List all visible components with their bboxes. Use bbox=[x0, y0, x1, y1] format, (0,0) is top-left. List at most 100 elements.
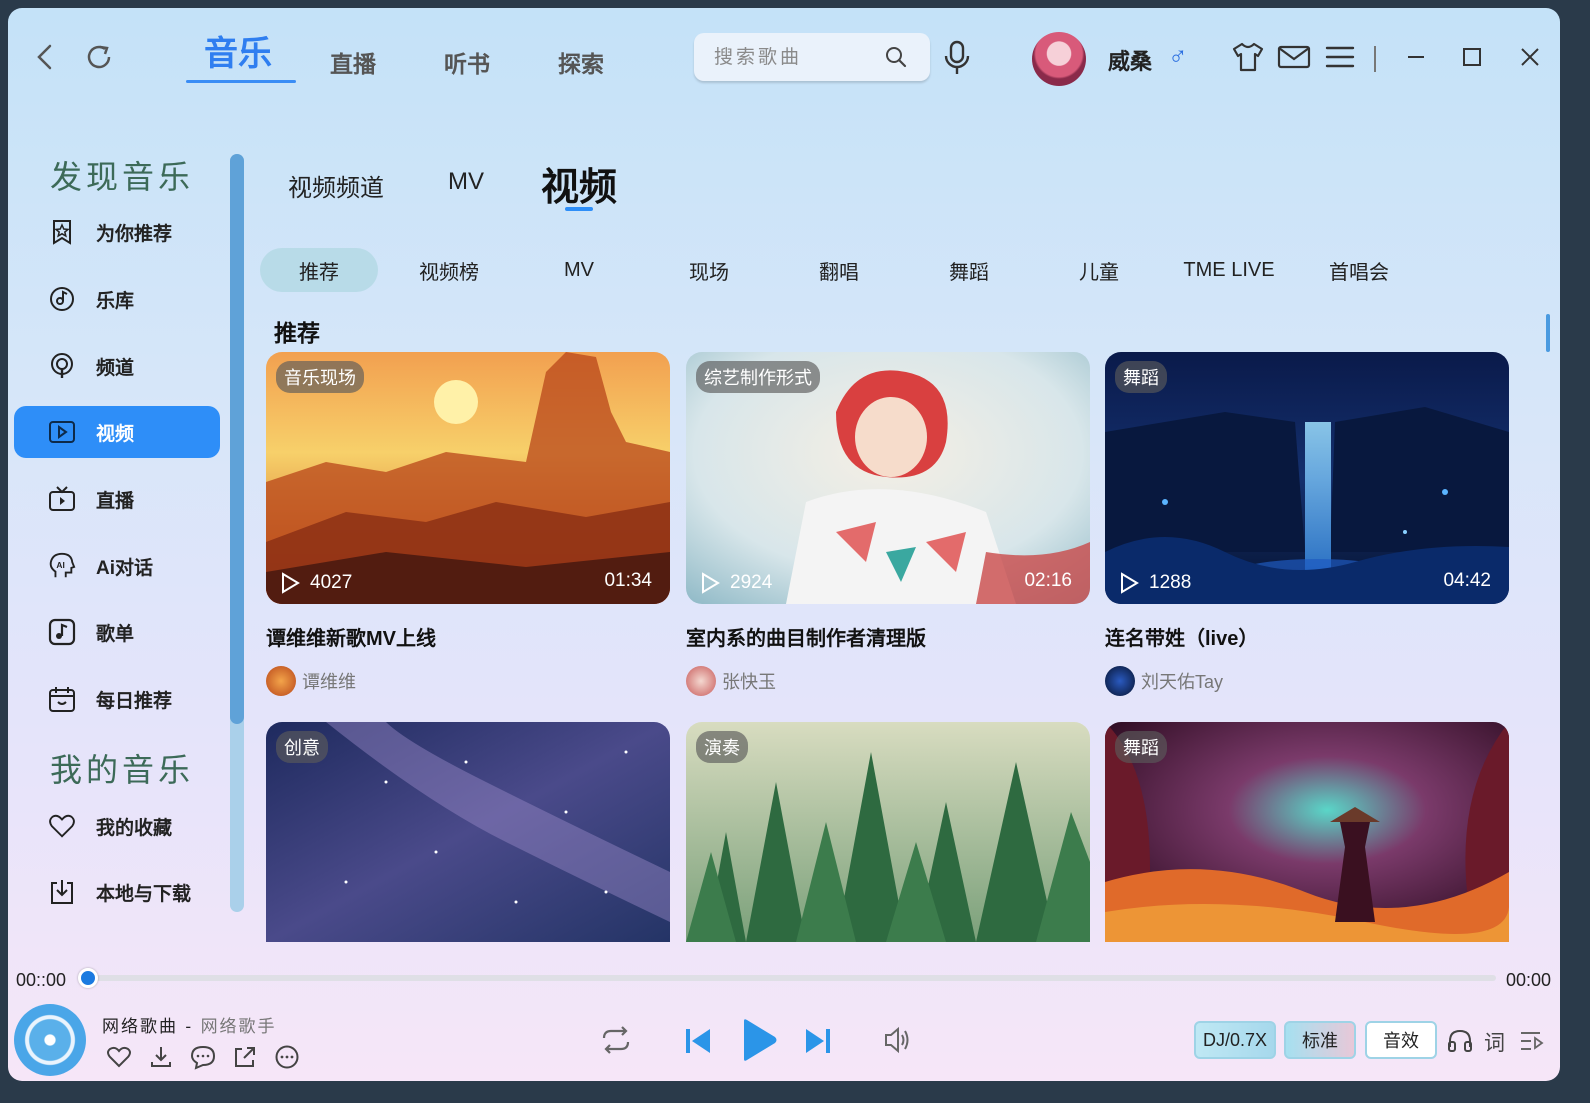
album-disc[interactable] bbox=[14, 1004, 86, 1076]
sidebar-item-live[interactable]: 直播 bbox=[14, 473, 220, 525]
search-box bbox=[694, 33, 930, 81]
calendar-icon bbox=[48, 685, 76, 713]
gender-male-icon: ♂ bbox=[1168, 40, 1188, 70]
sidebar-item-label: 频道 bbox=[96, 357, 135, 379]
playlist-icon bbox=[48, 618, 76, 646]
chip-live-scene[interactable]: 现场 bbox=[650, 248, 768, 292]
play-icon bbox=[702, 572, 720, 594]
author-avatar bbox=[686, 666, 716, 696]
sidebar-scrollbar[interactable] bbox=[230, 154, 244, 912]
maximize-icon[interactable] bbox=[1454, 40, 1490, 74]
tab-explore[interactable]: 探索 bbox=[558, 45, 604, 79]
chip-video-chart[interactable]: 视频榜 bbox=[390, 248, 508, 292]
video-card[interactable]: 创意 bbox=[266, 722, 670, 942]
subtab-active-underline bbox=[565, 207, 593, 211]
play-count: 1288 bbox=[1119, 572, 1191, 594]
next-track-icon[interactable] bbox=[804, 1026, 832, 1056]
previous-track-icon[interactable] bbox=[684, 1026, 712, 1056]
quality-button[interactable]: 标准 bbox=[1284, 1021, 1356, 1059]
video-thumbnail[interactable]: 音乐现场 4027 01:34 bbox=[266, 352, 670, 604]
chip-tme-live[interactable]: TME LIVE bbox=[1170, 248, 1288, 292]
search-input[interactable] bbox=[714, 46, 884, 68]
podcast-icon bbox=[48, 352, 76, 380]
sidebar-item-label: 视频 bbox=[96, 423, 135, 445]
sidebar-item-playlist[interactable]: 歌单 bbox=[14, 606, 220, 658]
subtab-video-channel[interactable]: 视频频道 bbox=[288, 168, 384, 203]
sidebar-item-local-download[interactable]: 本地与下载 bbox=[14, 866, 220, 918]
top-bar: 音乐 直播 听书 探索 威桑 ♂ bbox=[8, 8, 1560, 108]
tab-live[interactable]: 直播 bbox=[330, 45, 376, 79]
username[interactable]: 威桑 bbox=[1108, 44, 1152, 76]
sidebar-item-video[interactable]: 视频 bbox=[14, 406, 220, 458]
category-tag: 综艺制作形式 bbox=[696, 361, 820, 393]
close-icon[interactable] bbox=[1512, 40, 1548, 74]
chip-mv[interactable]: MV bbox=[520, 248, 638, 292]
content-scroll-thumb[interactable] bbox=[1546, 314, 1550, 352]
tab-audiobook[interactable]: 听书 bbox=[444, 45, 490, 79]
progress-bar[interactable] bbox=[94, 975, 1496, 981]
sidebar-item-recommend[interactable]: 为你推荐 bbox=[14, 206, 220, 258]
voice-search-icon[interactable] bbox=[940, 38, 974, 78]
sidebar-item-favorites[interactable]: 我的收藏 bbox=[14, 800, 220, 852]
chip-cover[interactable]: 翻唱 bbox=[780, 248, 898, 292]
minimize-icon[interactable] bbox=[1398, 40, 1434, 74]
chip-recommend[interactable]: 推荐 bbox=[260, 248, 378, 292]
volume-icon[interactable] bbox=[882, 1024, 912, 1056]
video-thumbnail[interactable]: 舞蹈 bbox=[1105, 722, 1509, 942]
search-icon[interactable] bbox=[884, 45, 908, 69]
subtab-mv[interactable]: MV bbox=[448, 168, 484, 196]
speed-dj-button[interactable]: DJ/0.7X bbox=[1194, 1021, 1276, 1059]
headphones-icon[interactable] bbox=[1446, 1027, 1474, 1055]
video-thumbnail[interactable]: 舞蹈 1288 04:42 bbox=[1105, 352, 1509, 604]
video-thumbnail[interactable]: 演奏 bbox=[686, 722, 1090, 942]
video-author[interactable]: 张快玉 bbox=[686, 666, 776, 696]
sidebar-scroll-thumb[interactable] bbox=[230, 154, 244, 724]
subtab-video[interactable]: 视频 bbox=[541, 156, 617, 211]
like-heart-icon[interactable] bbox=[106, 1044, 132, 1070]
video-duration: 01:34 bbox=[604, 570, 652, 591]
refresh-icon[interactable] bbox=[84, 42, 114, 72]
menu-icon[interactable] bbox=[1322, 40, 1358, 74]
sidebar-item-daily[interactable]: 每日推荐 bbox=[14, 673, 220, 725]
sidebar-item-library[interactable]: 乐库 bbox=[14, 273, 220, 325]
lyrics-button[interactable]: 词 bbox=[1484, 1027, 1505, 1057]
video-thumbnail[interactable]: 综艺制作形式 2924 02:16 bbox=[686, 352, 1090, 604]
sidebar-item-label: 每日推荐 bbox=[96, 690, 173, 712]
play-button-icon[interactable] bbox=[740, 1018, 778, 1062]
skin-shirt-icon[interactable] bbox=[1230, 40, 1266, 74]
repeat-mode-icon[interactable] bbox=[598, 1024, 634, 1056]
user-avatar[interactable] bbox=[1032, 32, 1086, 86]
video-card[interactable]: 音乐现场 4027 01:34 谭维维新歌MV上线 谭维维 bbox=[266, 352, 670, 696]
video-title[interactable]: 连名带姓（live） bbox=[1105, 622, 1258, 651]
back-arrow-icon[interactable] bbox=[30, 42, 60, 72]
chip-children[interactable]: 儿童 bbox=[1040, 248, 1158, 292]
total-time: 00:00 bbox=[1506, 970, 1552, 990]
svg-text:AI: AI bbox=[56, 560, 64, 570]
video-card[interactable]: 演奏 bbox=[686, 722, 1090, 942]
mail-icon[interactable] bbox=[1276, 40, 1312, 74]
playlist-queue-icon[interactable] bbox=[1518, 1027, 1546, 1055]
chip-debut-concert[interactable]: 首唱会 bbox=[1300, 248, 1418, 292]
video-duration: 04:42 bbox=[1443, 570, 1491, 591]
video-card[interactable]: 舞蹈 bbox=[1105, 722, 1509, 942]
chip-dance[interactable]: 舞蹈 bbox=[910, 248, 1028, 292]
sidebar-item-label: 直播 bbox=[96, 490, 135, 512]
tab-music[interactable]: 音乐 bbox=[204, 26, 272, 75]
sound-effect-button[interactable]: 音效 bbox=[1365, 1021, 1437, 1059]
video-author[interactable]: 谭维维 bbox=[266, 666, 356, 696]
sidebar-item-channel[interactable]: 频道 bbox=[14, 340, 220, 392]
category-tag: 音乐现场 bbox=[276, 361, 364, 393]
now-playing[interactable]: 网络歌曲 - 网络歌手 bbox=[102, 1012, 277, 1037]
video-thumbnail[interactable]: 创意 bbox=[266, 722, 670, 942]
video-author[interactable]: 刘天佑Tay bbox=[1105, 666, 1223, 696]
share-icon[interactable] bbox=[232, 1044, 258, 1070]
video-title[interactable]: 谭维维新歌MV上线 bbox=[266, 622, 436, 651]
more-options-icon[interactable] bbox=[274, 1044, 300, 1070]
progress-knob[interactable] bbox=[78, 968, 98, 988]
sidebar-item-ai-chat[interactable]: AI Ai对话 bbox=[14, 540, 220, 592]
video-card[interactable]: 舞蹈 1288 04:42 连名带姓（live） 刘天佑Tay bbox=[1105, 352, 1509, 696]
video-title[interactable]: 室内系的曲目制作者清理版 bbox=[686, 622, 926, 651]
comment-icon[interactable] bbox=[190, 1044, 216, 1070]
video-card[interactable]: 综艺制作形式 2924 02:16 室内系的曲目制作者清理版 张快玉 bbox=[686, 352, 1090, 696]
download-icon[interactable] bbox=[148, 1044, 174, 1070]
